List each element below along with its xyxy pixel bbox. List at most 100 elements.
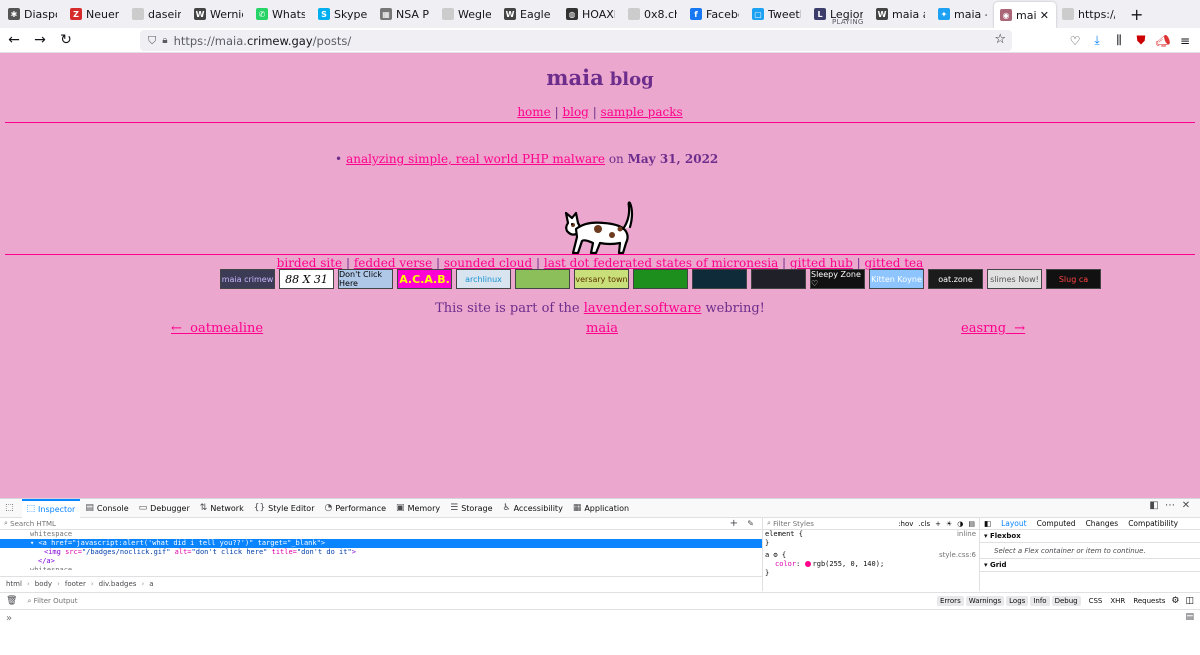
url-bar[interactable]: ⛉ 🔒︎ https://maia.crimew.gay/posts/ ☆ <box>140 30 1012 51</box>
browser-tab[interactable]: ▢ TweetDe <box>746 0 808 28</box>
browser-tab[interactable]: daseinsanal <box>126 0 188 28</box>
browser-tab[interactable]: LLegion:PLAYING <box>808 0 870 28</box>
devtools-tab-inspector[interactable]: ⬚ Inspector <box>21 498 81 518</box>
nav-link-sample-packs[interactable]: sample packs <box>601 105 683 119</box>
sidebar-toggle-icon[interactable]: ◧ <box>984 519 991 528</box>
button-badge[interactable] <box>751 269 806 289</box>
footer-link[interactable]: fedded verse <box>354 256 432 270</box>
footer-link[interactable]: gitted hub <box>790 256 853 270</box>
breadcrumb-item[interactable]: footer <box>65 580 86 588</box>
html-search-input[interactable]: ⌕ Search HTML + ✎ <box>0 518 762 530</box>
layout-tab-computed[interactable]: Computed <box>1037 519 1076 528</box>
rules-toggle[interactable]: ◑ <box>957 520 963 528</box>
markup-img-node[interactable]: <img src="/badges/noclick.gif" alt="don'… <box>0 548 762 557</box>
new-tab-icon[interactable]: + <box>1130 5 1143 24</box>
rule-a[interactable]: a ⚙ {style.css:6 <box>763 551 979 560</box>
browser-tab[interactable]: ▦ NSA PRI <box>374 0 436 28</box>
bookmark-star-icon[interactable]: ☆ <box>994 32 1006 47</box>
rules-toggle[interactable]: ☀ <box>946 520 952 528</box>
button-badge[interactable]: Don't Click Here <box>338 269 393 289</box>
rule-source[interactable]: inline <box>957 530 976 539</box>
console-filter-debug[interactable]: Debug <box>1051 596 1081 606</box>
grid-section-header[interactable]: ▾ Grid <box>980 559 1200 572</box>
forward-arrow-icon[interactable]: → <box>28 29 52 51</box>
megaphone-icon[interactable]: 📣︎ <box>1152 34 1174 48</box>
pocket-icon[interactable]: ♡ <box>1064 34 1086 48</box>
footer-link[interactable]: birded site <box>277 256 342 270</box>
devtools-tab-console[interactable]: ▤ Console <box>80 499 133 518</box>
more-options-icon[interactable]: ⋯ <box>1162 500 1178 511</box>
browser-tab[interactable]: W Eagle Vi <box>498 0 560 28</box>
color-swatch-icon[interactable] <box>804 561 811 567</box>
layout-tab-changes[interactable]: Changes <box>1086 519 1119 528</box>
rules-toggle[interactable]: + <box>935 520 941 528</box>
console-filter-input[interactable]: Filter Output <box>34 597 78 605</box>
console-prompt[interactable]: » <box>6 613 12 624</box>
download-icon[interactable]: ⤓ <box>1086 33 1108 48</box>
console-type-css[interactable]: CSS <box>1089 597 1103 605</box>
breadcrumb-item[interactable]: div.badges <box>99 580 137 588</box>
browser-tab[interactable]: ◍ HOAXILL <box>560 0 622 28</box>
console-filter-info[interactable]: Info <box>1030 596 1050 606</box>
webring-next-link[interactable]: easrng → <box>961 321 1025 336</box>
post-link[interactable]: analyzing simple, real world PHP malware <box>346 152 605 166</box>
console-type-requests[interactable]: Requests <box>1133 597 1165 605</box>
rules-toggle[interactable]: :hov <box>898 520 913 528</box>
browser-tab[interactable]: ✱ Diaspora <box>2 0 64 28</box>
devtools-tab-debugger[interactable]: ▭ Debugger <box>134 499 195 518</box>
browser-tab[interactable]: S Skype <box>312 0 374 28</box>
url-text[interactable]: https://maia.crimew.gay/posts/ <box>174 34 352 48</box>
browser-tab[interactable]: ✦ maia - ( <box>932 0 994 28</box>
button-badge[interactable]: 88 X 31 <box>279 269 334 289</box>
devtools-tab-network[interactable]: ⇅ Network <box>195 499 249 518</box>
markup-whitespace-2[interactable]: whitespace <box>0 566 762 570</box>
layout-tab-layout[interactable]: Layout <box>1001 519 1027 528</box>
add-node-icon[interactable]: + <box>730 518 738 529</box>
library-icon[interactable]: ⫼ <box>1108 33 1130 48</box>
button-badge[interactable] <box>515 269 570 289</box>
button-badge[interactable]: oat.zone <box>928 269 983 289</box>
webring-home-link[interactable]: maia <box>586 321 618 336</box>
back-arrow-icon[interactable]: ← <box>2 29 26 51</box>
tracking-shield-icon[interactable]: ⛉ <box>148 34 156 48</box>
split-console-icon[interactable]: ▤ <box>1185 612 1194 622</box>
filter-styles-input[interactable]: ⌕ Filter Styles :hov .cls + ☀ ◑ ▤ <box>763 518 979 530</box>
trash-icon[interactable]: 🗑︎ <box>6 596 17 606</box>
eyedropper-icon[interactable]: ✎ <box>747 519 754 528</box>
menu-icon[interactable]: ≡ <box>1174 34 1196 48</box>
browser-tab[interactable]: 0x8.ch/Hack <box>622 0 684 28</box>
markup-whitespace-1[interactable]: whitespace <box>0 530 762 539</box>
close-devtools-icon[interactable]: ✕ <box>1178 500 1194 511</box>
footer-link[interactable]: sounded cloud <box>444 256 532 270</box>
browser-tab[interactable]: Wegleitung <box>436 0 498 28</box>
button-badge[interactable]: Kitten Koyne <box>869 269 924 289</box>
browser-tab[interactable]: Z Neuenbu <box>64 0 126 28</box>
button-badge[interactable] <box>633 269 688 289</box>
button-badge[interactable]: slimes Now! <box>987 269 1042 289</box>
breadcrumb-item[interactable]: body <box>35 580 52 588</box>
console-filter-errors[interactable]: Errors <box>937 596 964 606</box>
layout-tab-compatibility[interactable]: Compatibility <box>1128 519 1178 528</box>
markup-close-tag[interactable]: </a> <box>0 557 762 566</box>
devtools-tab-storage[interactable]: ☰ Storage <box>445 499 497 518</box>
lock-icon[interactable]: 🔒︎ <box>162 35 167 46</box>
breadcrumb-item[interactable]: a <box>149 580 153 588</box>
sidebar-icon[interactable]: ◫ <box>1185 596 1194 606</box>
browser-tab[interactable]: W Wernick <box>188 0 250 28</box>
dock-icon[interactable]: ◧ <box>1146 500 1162 511</box>
rules-toggle[interactable]: .cls <box>918 520 930 528</box>
button-badge[interactable] <box>692 269 747 289</box>
console-type-xhr[interactable]: XHR <box>1110 597 1125 605</box>
rules-toggle[interactable]: ▤ <box>968 520 975 528</box>
rule-source[interactable]: style.css:6 <box>939 551 976 560</box>
browser-tab[interactable]: f Faceboo <box>684 0 746 28</box>
button-badge[interactable]: versary town <box>574 269 629 289</box>
devtools-tab-performance[interactable]: ◔ Performance <box>319 499 391 518</box>
ublock-icon[interactable]: ⛊ <box>1130 33 1152 48</box>
devtools-tab-accessibility[interactable]: ♿ Accessibility <box>498 499 568 518</box>
close-tab-icon[interactable]: ✕ <box>1040 9 1049 22</box>
webring-link[interactable]: lavender.software <box>584 301 702 316</box>
footer-link[interactable]: last dot federated states of micronesia <box>544 256 778 270</box>
markup-selected-node[interactable]: ▾ <a href="javascript:alert('what did i … <box>0 539 762 548</box>
browser-tab[interactable]: ◉ maia b ✕ <box>994 2 1056 28</box>
